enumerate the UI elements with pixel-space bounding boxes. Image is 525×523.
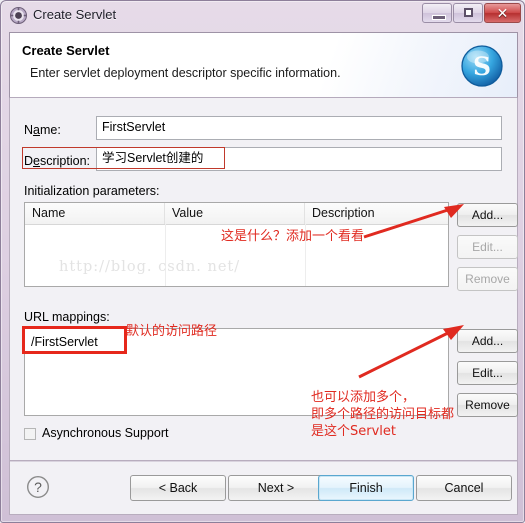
column-divider bbox=[165, 224, 166, 286]
annotation-box-url-mapping bbox=[22, 326, 127, 354]
url-mappings-add-button[interactable]: Add... bbox=[457, 329, 518, 353]
servlet-s-logo: S bbox=[461, 45, 503, 87]
column-header-name[interactable]: Name bbox=[25, 203, 165, 224]
close-button[interactable]: ✕ bbox=[484, 3, 521, 23]
next-button[interactable]: Next > bbox=[228, 475, 324, 501]
cancel-button[interactable]: Cancel bbox=[416, 475, 512, 501]
annotation-arrow-url-add bbox=[358, 325, 464, 379]
finish-button[interactable]: Finish bbox=[318, 475, 414, 501]
annotation-multi-note-line1: 也可以添加多个， bbox=[311, 390, 416, 405]
annotation-init-params-note: 这是什么？添加一个看看 bbox=[221, 229, 365, 244]
url-mappings-remove-button[interactable]: Remove bbox=[457, 393, 518, 417]
watermark-text: http://blog. csdn. net/ bbox=[59, 259, 241, 275]
column-header-value[interactable]: Value bbox=[165, 203, 305, 224]
name-label: Name: bbox=[24, 123, 61, 137]
url-mappings-edit-button[interactable]: Edit... bbox=[457, 361, 518, 385]
asynchronous-support-label: Asynchronous Support bbox=[42, 426, 169, 440]
annotation-url-default-note: 默认的访问路径 bbox=[126, 324, 218, 339]
title-bar[interactable]: Create Servlet ✕ bbox=[1, 1, 524, 30]
init-params-caption: Initialization parameters: bbox=[24, 184, 160, 198]
checkbox-box[interactable] bbox=[24, 428, 36, 440]
annotation-multi-note-line2: 即多个路径的访问目标都 bbox=[311, 407, 455, 422]
servlet-gear-icon bbox=[10, 7, 27, 24]
create-servlet-dialog: Create Servlet ✕ Create Servlet Enter se… bbox=[0, 0, 525, 523]
init-params-remove-button[interactable]: Remove bbox=[457, 267, 518, 291]
wizard-header: Create Servlet Enter servlet deployment … bbox=[9, 32, 518, 98]
close-icon: ✕ bbox=[496, 5, 509, 21]
wizard-footer: ? < Back Next > Finish Cancel bbox=[9, 461, 518, 515]
init-params-add-button[interactable]: Add... bbox=[457, 203, 518, 227]
page-title: Create Servlet bbox=[22, 43, 110, 58]
svg-text:S: S bbox=[473, 52, 491, 81]
page-subtitle: Enter servlet deployment descriptor spec… bbox=[30, 66, 341, 80]
minimize-button[interactable] bbox=[422, 3, 452, 23]
annotation-multi-note-line3: 是这个Servlet bbox=[311, 424, 396, 439]
annotation-arrow-init-add bbox=[363, 204, 464, 239]
footer-divider bbox=[10, 461, 517, 462]
help-icon[interactable]: ? bbox=[26, 475, 50, 499]
restore-button[interactable] bbox=[453, 3, 483, 23]
init-params-edit-button[interactable]: Edit... bbox=[457, 235, 518, 259]
window-title: Create Servlet bbox=[33, 7, 117, 22]
name-input[interactable]: FirstServlet bbox=[96, 116, 502, 140]
svg-text:?: ? bbox=[34, 479, 42, 495]
url-mappings-caption: URL mappings: bbox=[24, 310, 110, 324]
annotation-box-description bbox=[22, 147, 225, 169]
back-button[interactable]: < Back bbox=[130, 475, 226, 501]
